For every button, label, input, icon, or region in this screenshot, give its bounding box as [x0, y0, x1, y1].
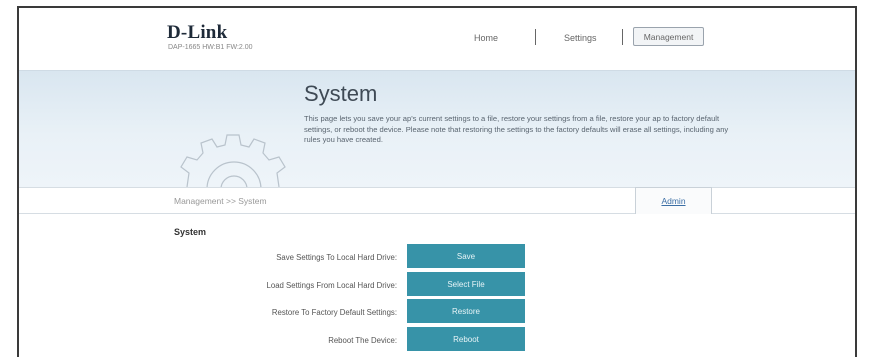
load-settings-label: Load Settings From Local Hard Drive: [266, 281, 397, 290]
save-button[interactable]: Save [407, 244, 525, 268]
nav-settings-link[interactable]: Settings [564, 33, 597, 43]
dlink-logo: D-Link [167, 22, 228, 43]
page-banner: System This page lets you save your ap's… [19, 70, 855, 189]
breadcrumb-bar: Management >> System Admin [19, 187, 855, 214]
reboot-device-label: Reboot The Device: [328, 336, 397, 345]
page-description: This page lets you save your ap's curren… [304, 114, 729, 144]
gear-icon [180, 134, 286, 189]
nav-divider [622, 29, 623, 45]
section-title: System [174, 227, 207, 237]
device-model-info: DAP-1665 HW:B1 FW:2.00 [168, 44, 253, 51]
save-settings-label: Save Settings To Local Hard Drive: [276, 253, 397, 262]
restore-defaults-label: Restore To Factory Default Settings: [271, 308, 397, 317]
admin-link[interactable]: Admin [661, 196, 685, 206]
nav-home-link[interactable]: Home [474, 33, 498, 43]
nav-management-tab[interactable]: Management [633, 27, 704, 46]
restore-button[interactable]: Restore [407, 299, 525, 323]
admin-tab[interactable]: Admin [635, 187, 712, 214]
reboot-button[interactable]: Reboot [407, 327, 525, 351]
select-file-button[interactable]: Select File [407, 272, 525, 296]
top-navigation-bar: D-Link DAP-1665 HW:B1 FW:2.00 Home Setti… [19, 8, 855, 70]
breadcrumb: Management >> System [174, 196, 267, 206]
nav-divider [535, 29, 536, 45]
router-admin-window: D-Link DAP-1665 HW:B1 FW:2.00 Home Setti… [17, 6, 857, 357]
page-title: System [304, 81, 378, 106]
